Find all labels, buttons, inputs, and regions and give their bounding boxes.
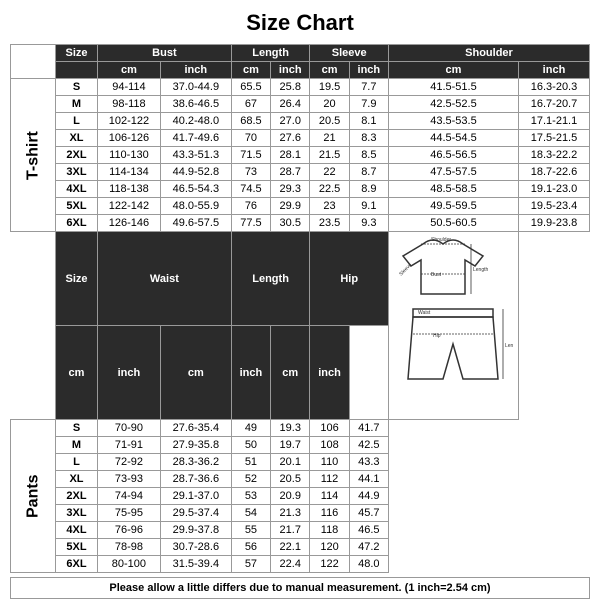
table-row: 4XL76-9629.9-37.85521.711846.5 — [11, 522, 590, 539]
table-row: 3XL75-9529.5-37.45421.311645.7 — [11, 505, 590, 522]
table-row: L72-9228.3-36.25120.111043.3 — [11, 454, 590, 471]
svg-text:Waist: Waist — [418, 310, 431, 316]
table-row: 6XL126-14649.6-57.577.530.523.59.350.5-6… — [11, 215, 590, 232]
table-row: 2XL74-9429.1-37.05320.911444.9 — [11, 488, 590, 505]
table-row: T-shirtS94-11437.0-44.965.525.819.57.741… — [11, 79, 590, 96]
svg-text:Sleeve: Sleeve — [399, 262, 414, 277]
table-row: PantsS70-9027.6-35.44919.310641.7 — [11, 420, 590, 437]
table-row: M71-9127.9-35.85019.710842.5 — [11, 437, 590, 454]
page-title: Size Chart — [10, 10, 590, 36]
table-row: L102-12240.2-48.068.527.020.58.143.5-53.… — [11, 113, 590, 130]
table-row: 2XL110-13043.3-51.371.528.121.58.546.5-5… — [11, 147, 590, 164]
footer-note: Please allow a little differs due to man… — [10, 577, 590, 599]
table-row: XL73-9328.7-36.65220.511244.1 — [11, 471, 590, 488]
table-row: XL106-12641.7-49.67027.6218.344.5-54.517… — [11, 130, 590, 147]
table-row: 6XL80-10031.5-39.45722.412248.0 — [11, 556, 590, 573]
table-row: 5XL78-9830.7-28.65622.112047.2 — [11, 539, 590, 556]
table-row: 5XL122-14248.0-55.97629.9239.149.5-59.51… — [11, 198, 590, 215]
table-row: M98-11838.6-46.56726.4207.942.5-52.516.7… — [11, 96, 590, 113]
table-row: 3XL114-13444.9-52.87328.7228.747.5-57.51… — [11, 164, 590, 181]
svg-text:Length: Length — [473, 267, 489, 273]
svg-text:Bust: Bust — [431, 272, 442, 278]
svg-text:Length: Length — [505, 343, 513, 349]
table-row: 4XL118-13846.5-54.374.529.322.58.948.5-5… — [11, 181, 590, 198]
svg-text:Shoulder: Shoulder — [431, 237, 451, 243]
